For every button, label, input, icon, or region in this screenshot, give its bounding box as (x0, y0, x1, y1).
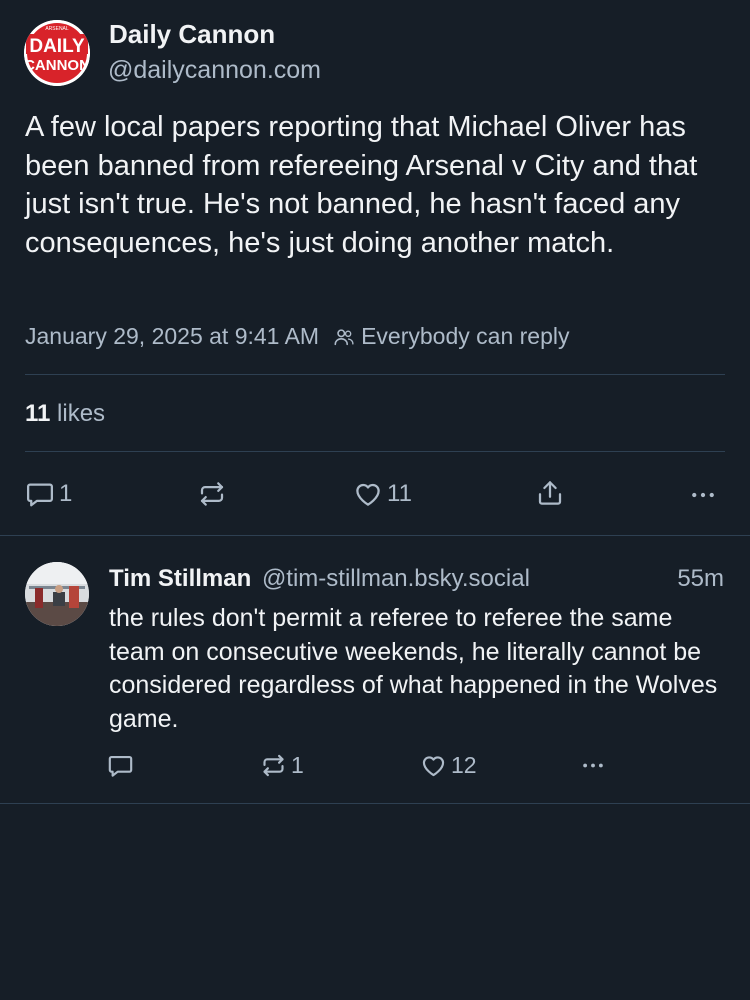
people-icon (334, 328, 354, 345)
reply-count: 1 (59, 480, 73, 507)
reply-repost-button[interactable]: 1 (260, 752, 304, 779)
author-name[interactable]: Daily Cannon (109, 19, 275, 50)
reply-author-handle[interactable]: @tim-stillman.bsky.social (262, 565, 530, 592)
reply-button[interactable]: 1 (25, 479, 72, 509)
author-handle[interactable]: @dailycannon.com (108, 56, 321, 85)
post-timestamp: January 29, 2025 at 9:41 AM (25, 323, 320, 349)
reply-bubble-icon (27, 483, 53, 507)
author-avatar[interactable]: DAILY CANNON ARSENAL (24, 20, 90, 86)
reply-header: Tim Stillman @tim-stillman.bsky.social (109, 565, 530, 593)
logo-text-arsenal: ARSENAL (45, 26, 69, 32)
heart-icon (356, 483, 380, 506)
avatar-photo (25, 562, 89, 626)
like-count: 11 (387, 480, 412, 507)
divider (25, 374, 725, 375)
reply-author-avatar[interactable] (25, 562, 89, 626)
reply-like-button[interactable]: 12 (420, 752, 477, 779)
post-meta: January 29, 2025 at 9:41 AM Everybody ca… (25, 323, 569, 350)
main-post: DAILY CANNON ARSENAL Daily Cannon @daily… (0, 0, 750, 536)
reply-setting[interactable]: Everybody can reply (361, 323, 569, 350)
reply-repost-count: 1 (291, 752, 304, 778)
share-button[interactable] (535, 478, 565, 508)
logo-text-cannon: CANNON (24, 57, 90, 74)
post-text: A few local papers reporting that Michae… (25, 111, 698, 259)
more-dots-icon (583, 763, 603, 768)
reply-text: the rules don't permit a referee to refe… (109, 604, 718, 733)
like-button[interactable]: 11 (353, 479, 412, 509)
reply-like-count: 12 (451, 752, 477, 778)
reply-post[interactable]: Tim Stillman @tim-stillman.bsky.social 5… (0, 536, 750, 804)
repost-button[interactable] (197, 479, 231, 509)
repost-icon (263, 754, 284, 777)
reply-reply-button[interactable] (107, 752, 138, 779)
heart-icon (422, 756, 445, 777)
more-button[interactable] (688, 480, 718, 510)
daily-cannon-logo: DAILY CANNON ARSENAL (24, 20, 90, 86)
reply-bubble-icon (108, 755, 133, 777)
logo-text-daily: DAILY (29, 36, 85, 57)
reply-author-name[interactable]: Tim Stillman (109, 565, 251, 592)
reply-time: 55m (677, 565, 724, 592)
likes-number: 11 (25, 400, 51, 427)
divider (25, 451, 725, 452)
more-dots-icon (692, 492, 714, 498)
reply-more-button[interactable] (578, 752, 608, 779)
share-icon (538, 481, 562, 505)
likes-count[interactable]: 11 likes (25, 400, 105, 428)
likes-label: likes (57, 400, 106, 427)
repost-icon (200, 482, 224, 506)
